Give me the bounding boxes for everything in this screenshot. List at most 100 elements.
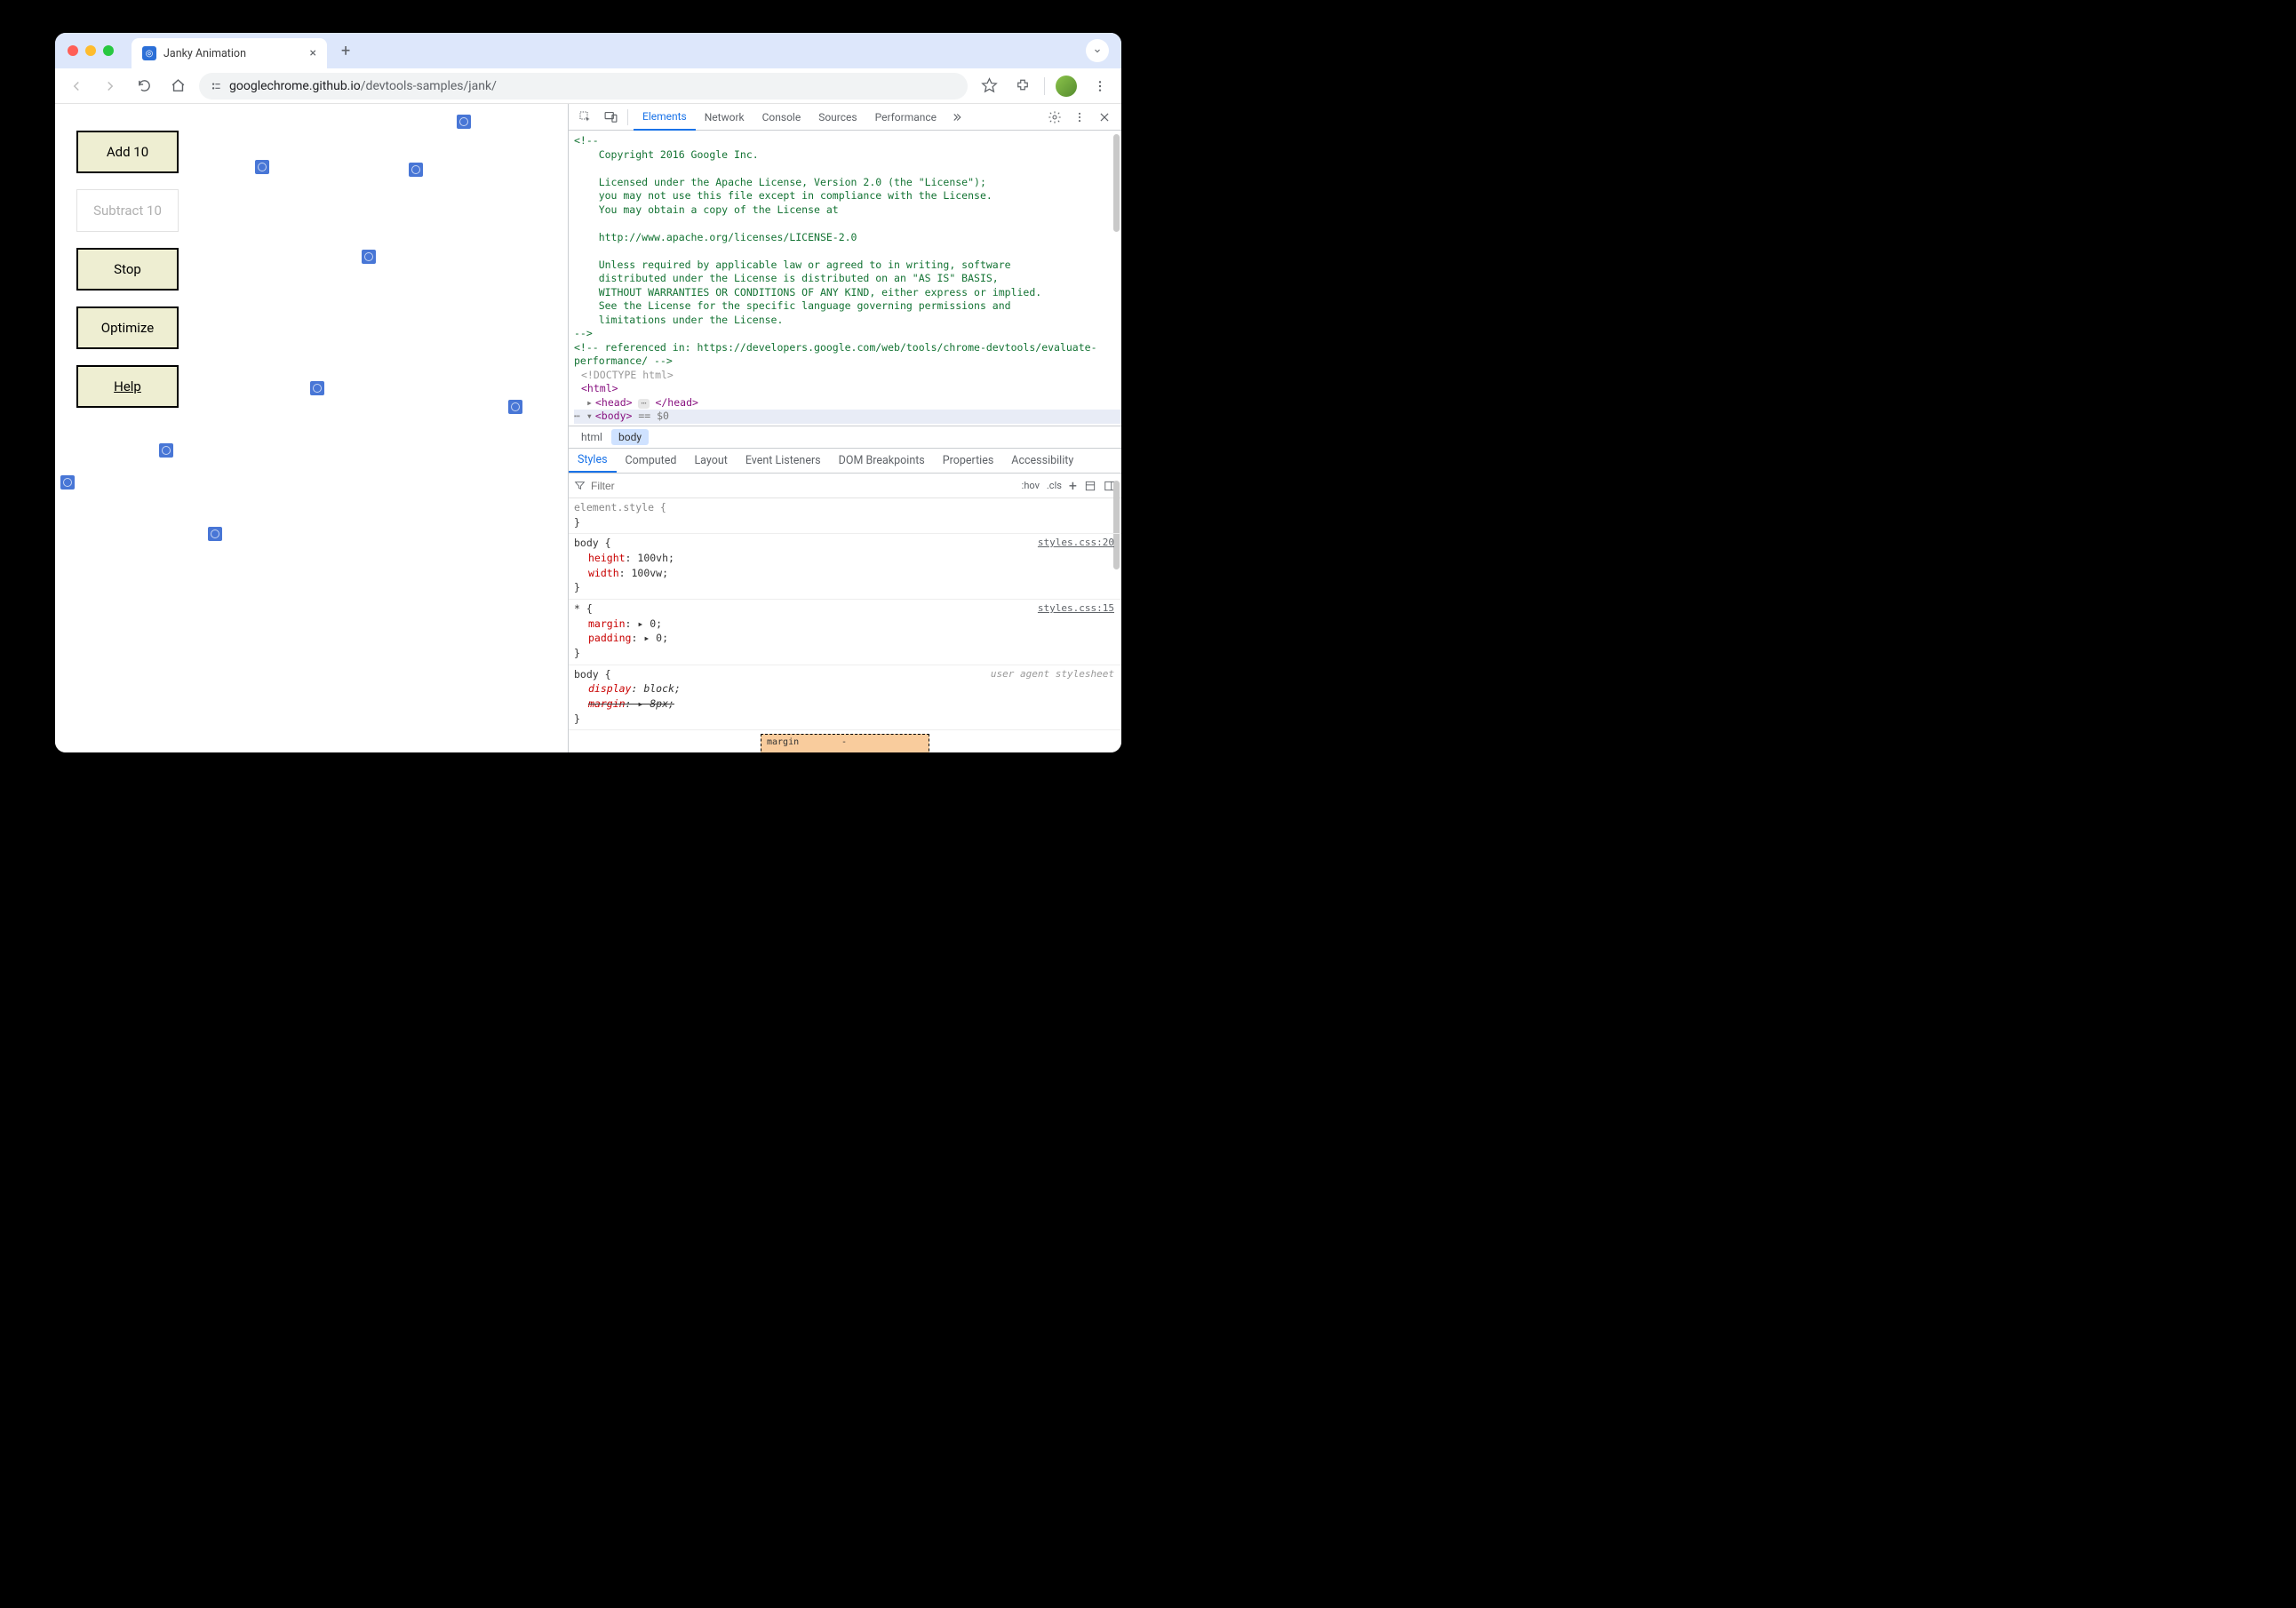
scrollbar-thumb[interactable]	[1113, 134, 1120, 232]
settings-button[interactable]	[1043, 106, 1066, 129]
styles-filter-input[interactable]	[591, 480, 1016, 492]
url-text: googlechrome.github.io/devtools-samples/…	[229, 79, 497, 93]
hov-toggle[interactable]: :hov	[1022, 480, 1040, 491]
mover-icon	[508, 400, 522, 414]
subtract-button[interactable]: Subtract 10	[76, 189, 179, 232]
cls-toggle[interactable]: .cls	[1047, 480, 1062, 491]
favicon-icon: ◎	[142, 46, 156, 60]
close-window-button[interactable]	[68, 45, 78, 56]
tabs-overflow-button[interactable]	[1086, 39, 1109, 62]
rendered-page: Add 10 Subtract 10 Stop Optimize Help	[55, 104, 568, 752]
css-declaration[interactable]: margin: ▸ 0;	[574, 617, 1116, 632]
address-bar: googlechrome.github.io/devtools-samples/…	[55, 68, 1121, 104]
browser-window: ◎ Janky Animation × + googlechrome.githu…	[55, 33, 1121, 752]
gutter-dots-icon[interactable]: ⋯	[574, 410, 580, 422]
head-node[interactable]: <head>	[595, 396, 633, 409]
styles-tab-layout[interactable]: Layout	[685, 449, 736, 473]
home-button[interactable]	[165, 74, 190, 99]
mover-icon	[159, 443, 173, 458]
ellipsis-icon[interactable]: ⋯	[638, 399, 649, 409]
css-declaration[interactable]: margin: ▸ 8px;	[574, 697, 1116, 712]
html-comment: <!-- referenced in: https://developers.g…	[574, 341, 1097, 368]
add-button[interactable]: Add 10	[76, 131, 179, 173]
profile-button[interactable]	[1054, 74, 1079, 99]
doctype-node[interactable]: <!DOCTYPE html>	[574, 369, 674, 381]
devtools-tab-performance[interactable]: Performance	[866, 104, 945, 131]
site-info-icon[interactable]	[210, 80, 222, 92]
controls-node[interactable]: <div class="controls">…</div>	[610, 424, 788, 426]
crumb-html[interactable]: html	[574, 429, 610, 445]
stop-button[interactable]: Stop	[76, 248, 179, 291]
css-rule[interactable]: element.style {}	[569, 498, 1121, 534]
device-toggle-button[interactable]	[599, 106, 622, 129]
source-link[interactable]: styles.css:20	[1038, 536, 1114, 550]
tab-title: Janky Animation	[163, 47, 303, 60]
forward-button[interactable]	[98, 74, 123, 99]
devtools-tab-console[interactable]: Console	[753, 104, 810, 131]
source-link: user agent stylesheet	[991, 667, 1114, 681]
close-tab-button[interactable]: ×	[310, 46, 316, 60]
styles-tabs: StylesComputedLayoutEvent ListenersDOM B…	[569, 449, 1121, 474]
breadcrumb: htmlbody	[569, 426, 1121, 449]
css-rule[interactable]: styles.css:20 body { height: 100vh;width…	[569, 534, 1121, 600]
styles-tab-properties[interactable]: Properties	[934, 449, 1003, 473]
devtools-tab-network[interactable]: Network	[696, 104, 753, 131]
devtools-tab-sources[interactable]: Sources	[809, 104, 865, 131]
help-button[interactable]: Help	[76, 365, 179, 408]
filter-icon	[574, 480, 586, 491]
mover-icon	[60, 475, 75, 490]
css-rules: element.style {} styles.css:20 body { he…	[569, 498, 1121, 752]
menu-button[interactable]	[1088, 74, 1112, 99]
close-devtools-button[interactable]	[1093, 106, 1116, 129]
bookmark-button[interactable]	[977, 74, 1001, 99]
css-rule[interactable]: user agent stylesheet body { display: bl…	[569, 665, 1121, 731]
css-declaration[interactable]: width: 100vw;	[574, 566, 1116, 581]
body-node[interactable]: <body>	[595, 410, 633, 422]
styles-tab-computed[interactable]: Computed	[617, 449, 686, 473]
css-declaration[interactable]: height: 100vh;	[574, 551, 1116, 566]
computed-styles-icon[interactable]	[1084, 480, 1096, 492]
optimize-button[interactable]: Optimize	[76, 306, 179, 349]
styles-tab-styles[interactable]: Styles	[569, 449, 617, 473]
elements-tree[interactable]: <!-- Copyright 2016 Google Inc. Licensed…	[569, 131, 1121, 426]
css-declaration[interactable]: padding: ▸ 0;	[574, 631, 1116, 646]
extensions-button[interactable]	[1010, 74, 1035, 99]
html-comment: <!-- Copyright 2016 Google Inc. Licensed…	[574, 134, 1041, 339]
devtools-tab-elements[interactable]: Elements	[634, 104, 696, 131]
box-model[interactable]: margin -	[569, 730, 1121, 752]
styles-pane: StylesComputedLayoutEvent ListenersDOM B…	[569, 449, 1121, 752]
content-area: Add 10 Subtract 10 Stop Optimize Help El…	[55, 104, 1121, 752]
css-declaration[interactable]: display: block;	[574, 681, 1116, 697]
collapse-arrow-icon[interactable]: ▾	[586, 410, 595, 424]
minimize-window-button[interactable]	[85, 45, 96, 56]
mover-icon	[255, 160, 269, 174]
source-link[interactable]: styles.css:15	[1038, 601, 1114, 616]
css-rule[interactable]: styles.css:15 * { margin: ▸ 0;padding: ▸…	[569, 600, 1121, 665]
divider	[627, 109, 628, 125]
selected-marker: == $0	[632, 410, 669, 422]
expand-arrow-icon[interactable]: ▸	[586, 396, 595, 410]
mover-icon	[362, 250, 376, 264]
url-field[interactable]: googlechrome.github.io/devtools-samples/…	[199, 73, 968, 100]
html-node[interactable]: <html>	[574, 382, 618, 394]
controls-panel: Add 10 Subtract 10 Stop Optimize Help	[76, 131, 179, 408]
styles-tab-dom-breakpoints[interactable]: DOM Breakpoints	[830, 449, 934, 473]
tab-bar: ◎ Janky Animation × +	[55, 33, 1121, 68]
devtools-toolbar: ElementsNetworkConsoleSourcesPerformance	[569, 104, 1121, 131]
reload-button[interactable]	[132, 74, 156, 99]
styles-tab-event-listeners[interactable]: Event Listeners	[737, 449, 830, 473]
crumb-body[interactable]: body	[611, 429, 649, 445]
mover-icon	[457, 115, 471, 129]
new-style-rule-button[interactable]: +	[1069, 477, 1077, 494]
browser-tab[interactable]: ◎ Janky Animation ×	[132, 38, 327, 68]
back-button[interactable]	[64, 74, 89, 99]
more-tabs-button[interactable]	[947, 106, 970, 129]
maximize-window-button[interactable]	[103, 45, 114, 56]
divider	[1044, 77, 1045, 95]
devtools-menu-button[interactable]	[1068, 106, 1091, 129]
devtools-tabs: ElementsNetworkConsoleSourcesPerformance	[634, 104, 945, 131]
expand-arrow-icon[interactable]: ▸	[601, 424, 610, 426]
new-tab-button[interactable]: +	[334, 42, 357, 60]
inspect-element-button[interactable]	[574, 106, 597, 129]
styles-tab-accessibility[interactable]: Accessibility	[1002, 449, 1082, 473]
